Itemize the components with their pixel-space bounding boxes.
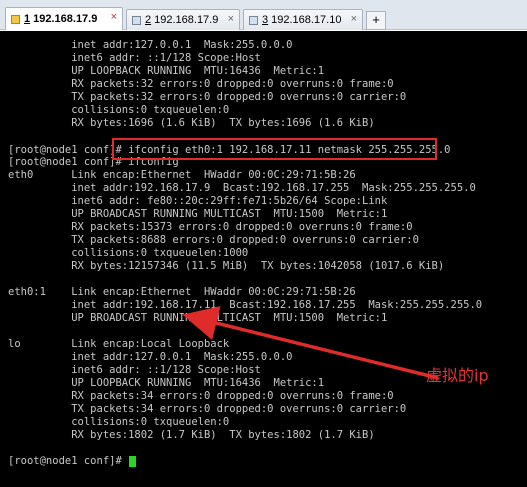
annotation-arrow-icon [182,306,439,380]
annotation-label: 虚拟的ip [426,366,489,385]
